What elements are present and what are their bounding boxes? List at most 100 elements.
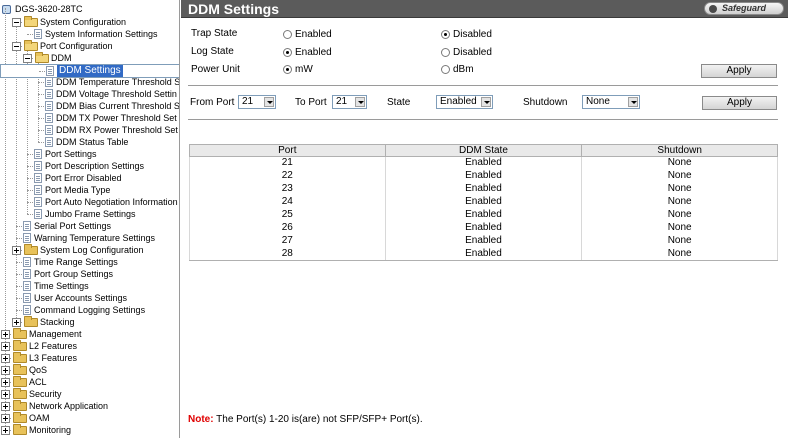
collapse-icon[interactable] bbox=[12, 18, 21, 27]
power-unit-mw-radio[interactable] bbox=[283, 65, 292, 74]
state-select[interactable]: Enabled bbox=[436, 95, 493, 109]
tree-connector bbox=[27, 154, 33, 155]
expand-icon[interactable] bbox=[12, 318, 21, 327]
tree-item-label: L3 Features bbox=[29, 353, 78, 363]
expand-icon[interactable] bbox=[1, 378, 10, 387]
expand-icon[interactable] bbox=[1, 402, 10, 411]
tree-item-label: Port Configuration bbox=[40, 41, 113, 51]
apply-button[interactable]: Apply bbox=[701, 64, 777, 78]
page-icon bbox=[23, 293, 31, 303]
expand-icon[interactable] bbox=[1, 342, 10, 351]
tree-item-monitoring[interactable]: Monitoring bbox=[0, 424, 179, 436]
collapse-icon[interactable] bbox=[12, 42, 21, 51]
title-bar: DDM Settings Safeguard bbox=[181, 0, 788, 18]
collapse-icon[interactable] bbox=[23, 54, 32, 63]
tree-item-label: Management bbox=[29, 329, 82, 339]
safeguard-label: Safeguard bbox=[722, 3, 767, 13]
expand-icon[interactable] bbox=[1, 330, 10, 339]
tree-item-system-log-configuration[interactable]: System Log Configuration bbox=[0, 244, 179, 256]
tree-item-ddm-rx-power-threshold-set[interactable]: DDM RX Power Threshold Set bbox=[0, 124, 179, 136]
tree-item-ddm-voltage-threshold-settin[interactable]: DDM Voltage Threshold Settin bbox=[0, 88, 179, 100]
page-icon bbox=[45, 77, 53, 87]
tree-item-port-description-settings[interactable]: Port Description Settings bbox=[0, 160, 179, 172]
tree-item-label: DDM Bias Current Threshold S bbox=[56, 101, 180, 111]
shutdown-select[interactable]: None bbox=[582, 95, 640, 109]
tree-item-label: DDM Voltage Threshold Settin bbox=[56, 89, 177, 99]
cell-ddm-state: Enabled bbox=[384, 247, 583, 261]
folder-icon bbox=[13, 340, 27, 351]
tree-item-time-settings[interactable]: Time Settings bbox=[0, 280, 179, 292]
folder-icon bbox=[13, 400, 27, 411]
tree-item-stacking[interactable]: Stacking bbox=[0, 316, 179, 328]
navigation-tree: DGS-3620-28TC System Configuration System… bbox=[0, 0, 180, 438]
folder-icon bbox=[24, 316, 38, 327]
tree-root[interactable]: DGS-3620-28TC bbox=[0, 3, 179, 15]
tree-item-management[interactable]: Management bbox=[0, 328, 179, 340]
tree-item-system-configuration[interactable]: System Configuration bbox=[0, 16, 179, 28]
safeguard-indicator[interactable]: Safeguard bbox=[704, 2, 784, 15]
tree-item-port-media-type[interactable]: Port Media Type bbox=[0, 184, 179, 196]
expand-icon[interactable] bbox=[1, 414, 10, 423]
expand-icon[interactable] bbox=[1, 366, 10, 375]
tree-item-acl[interactable]: ACL bbox=[0, 376, 179, 388]
expand-icon[interactable] bbox=[1, 390, 10, 399]
chevron-down-icon bbox=[481, 97, 491, 107]
cell-ddm-state: Enabled bbox=[384, 182, 583, 196]
tree-item-label: DDM bbox=[51, 53, 72, 63]
cell-port: 26 bbox=[189, 221, 386, 235]
tree-item-label: Port Media Type bbox=[45, 185, 111, 195]
tree-item-user-accounts-settings[interactable]: User Accounts Settings bbox=[0, 292, 179, 304]
tree-item-ddm-temperature-threshold-s[interactable]: DDM Temperature Threshold S bbox=[0, 76, 179, 88]
tree-item-oam[interactable]: OAM bbox=[0, 412, 179, 424]
tree-item-l2-features[interactable]: L2 Features bbox=[0, 340, 179, 352]
tree-item-port-settings[interactable]: Port Settings bbox=[0, 148, 179, 160]
cell-ddm-state: Enabled bbox=[384, 208, 583, 222]
trap-state-enabled-radio[interactable] bbox=[283, 30, 292, 39]
expand-icon[interactable] bbox=[1, 426, 10, 435]
tree-item-warning-temperature-settings[interactable]: Warning Temperature Settings bbox=[0, 232, 179, 244]
log-state-enabled-radio[interactable] bbox=[283, 48, 292, 57]
tree-item-label: Port Error Disabled bbox=[45, 173, 122, 183]
tree-item-serial-port-settings[interactable]: Serial Port Settings bbox=[0, 220, 179, 232]
tree-item-label: Stacking bbox=[40, 317, 75, 327]
tree-item-qos[interactable]: QoS bbox=[0, 364, 179, 376]
from-port-select[interactable]: 21 bbox=[238, 95, 276, 109]
tree-item-command-logging-settings[interactable]: Command Logging Settings bbox=[0, 304, 179, 316]
folder-icon bbox=[24, 40, 38, 51]
tree-item-jumbo-frame-settings[interactable]: Jumbo Frame Settings bbox=[0, 208, 179, 220]
tree-item-ddm-status-table[interactable]: DDM Status Table bbox=[0, 136, 179, 148]
tree-item-port-group-settings[interactable]: Port Group Settings bbox=[0, 268, 179, 280]
table-row: 28 Enabled None bbox=[189, 247, 778, 261]
port-apply-button[interactable]: Apply bbox=[702, 96, 777, 110]
tree-item-label: DDM RX Power Threshold Set bbox=[56, 125, 178, 135]
power-unit-label: Power Unit bbox=[191, 64, 240, 75]
tree-item-ddm-tx-power-threshold-set[interactable]: DDM TX Power Threshold Set bbox=[0, 112, 179, 124]
tree-root-label: DGS-3620-28TC bbox=[15, 4, 83, 14]
expand-icon[interactable] bbox=[1, 354, 10, 363]
tree-connector bbox=[38, 94, 44, 95]
table-row: 24 Enabled None bbox=[189, 195, 778, 209]
tree-item-port-configuration[interactable]: Port Configuration bbox=[0, 40, 179, 52]
page-icon bbox=[34, 173, 42, 183]
tree-item-port-auto-negotiation-information[interactable]: Port Auto Negotiation Information bbox=[0, 196, 179, 208]
tree-item-network-application[interactable]: Network Application bbox=[0, 400, 179, 412]
cell-ddm-state: Enabled bbox=[384, 234, 583, 248]
trap-state-label: Trap State bbox=[191, 28, 238, 39]
expand-icon[interactable] bbox=[12, 246, 21, 255]
tree-item-security[interactable]: Security bbox=[0, 388, 179, 400]
tree-item-ddm-bias-current-threshold-s[interactable]: DDM Bias Current Threshold S bbox=[0, 100, 180, 112]
tree-item-label: Jumbo Frame Settings bbox=[45, 209, 136, 219]
tree-item-ddm[interactable]: DDM bbox=[0, 52, 179, 64]
power-unit-dbm-radio[interactable] bbox=[441, 65, 450, 74]
tree-item-time-range-settings[interactable]: Time Range Settings bbox=[0, 256, 179, 268]
tree-connector bbox=[16, 274, 22, 275]
page-icon bbox=[45, 101, 53, 111]
tree-item-port-error-disabled[interactable]: Port Error Disabled bbox=[0, 172, 179, 184]
trap-state-disabled-label: Disabled bbox=[453, 29, 492, 40]
log-state-disabled-radio[interactable] bbox=[441, 48, 450, 57]
trap-state-disabled-radio[interactable] bbox=[441, 30, 450, 39]
tree-item-l3-features[interactable]: L3 Features bbox=[0, 352, 179, 364]
table-row: 23 Enabled None bbox=[189, 182, 778, 196]
tree-item-system-information-settings[interactable]: System Information Settings bbox=[0, 28, 179, 40]
to-port-select[interactable]: 21 bbox=[332, 95, 367, 109]
